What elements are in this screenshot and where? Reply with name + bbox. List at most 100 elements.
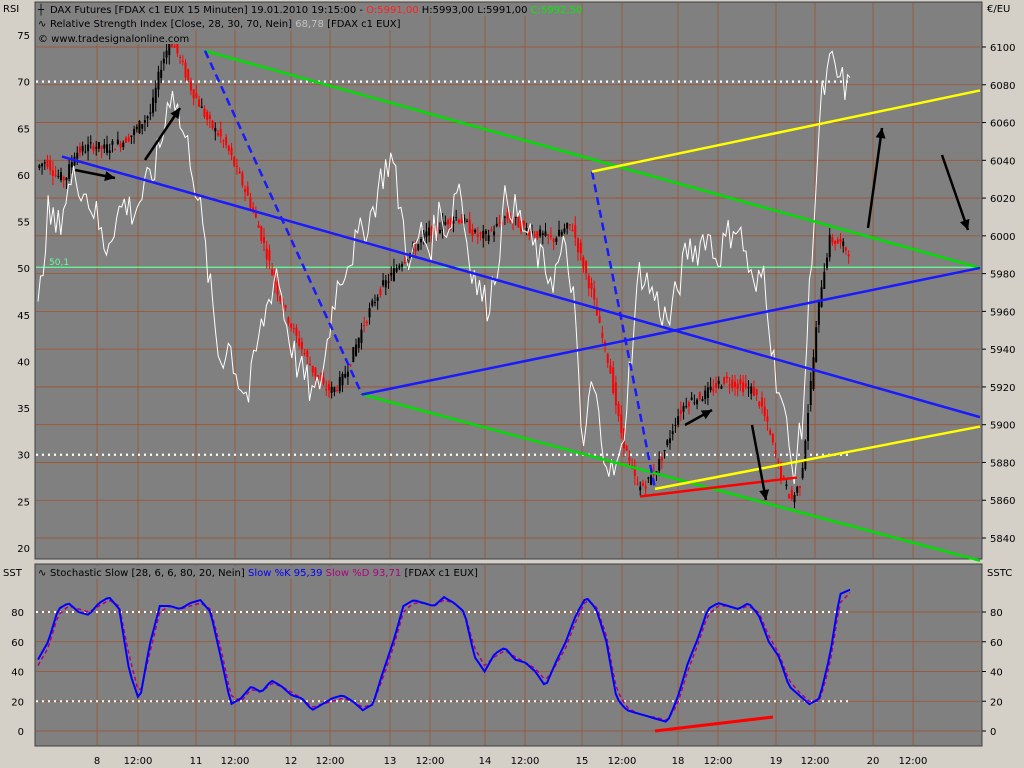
price-candle-body <box>87 144 90 152</box>
price-candle-body <box>425 231 428 237</box>
price-candle-body <box>579 242 582 254</box>
price-candle-body <box>847 254 850 257</box>
stochastic-axis-ticks-left: 80 60 40 20 0 <box>11 608 24 738</box>
price-candle-body <box>466 220 469 222</box>
price-candle-body <box>216 133 219 136</box>
price-candle-body <box>650 475 653 485</box>
price-candle-body <box>539 229 542 237</box>
price-candle-body <box>798 486 801 488</box>
price-candle-body <box>836 239 839 244</box>
price-candle-body <box>750 386 753 394</box>
price-candle-body <box>395 267 398 272</box>
price-candle-body <box>558 229 561 237</box>
time-tick-label: 15 <box>576 756 589 767</box>
price-candle-body <box>471 229 474 236</box>
price-candle-body <box>479 232 482 234</box>
stochastic-axis-label: SST <box>3 568 23 579</box>
price-candle-body <box>777 460 780 462</box>
price-candle-body <box>106 144 109 153</box>
rsi-axis-ticks: 75 70 65 60 55 50 45 40 35 30 25 20 <box>17 31 30 555</box>
price-candle-body <box>609 365 612 374</box>
price-candle-body <box>322 377 325 384</box>
price-candle-body <box>241 172 244 186</box>
price-candle-body <box>644 486 647 489</box>
price-candle-body <box>801 467 804 478</box>
price-candle-body <box>525 228 528 231</box>
price-candle-body <box>568 224 571 226</box>
price-candle-body <box>309 363 312 366</box>
price-candle-body <box>392 268 395 281</box>
stochastic-tick-label-left: 20 <box>11 697 24 708</box>
price-candle-body <box>49 160 52 171</box>
price-candle-body <box>116 139 119 144</box>
price-candle-body <box>598 316 601 323</box>
price-candle-body <box>717 380 720 384</box>
time-axis-ticks: 8 12:00 11 12:00 12 12:00 13 12:00 14 12:00 15 12:0… <box>94 756 928 767</box>
price-candle-body <box>839 239 842 243</box>
price-candle-body <box>357 338 360 349</box>
price-candle-body <box>620 414 623 434</box>
time-tick-label: 8 <box>94 756 100 767</box>
price-candle-body <box>133 128 136 136</box>
price-candle-body <box>314 367 317 377</box>
price-candle-body <box>165 50 168 58</box>
price-candle-body <box>457 219 460 223</box>
price-candle-body <box>460 219 463 224</box>
price-candle-body <box>690 397 693 400</box>
price-candle-body <box>590 282 593 289</box>
price-candle-body <box>736 383 739 390</box>
price-candle-body <box>68 164 71 180</box>
price-candle-body <box>184 62 187 78</box>
price-candle-body <box>476 234 479 237</box>
legend-stoch-name: Stochastic Slow [28, 6, 6, 80, 20, Nein] <box>50 568 245 579</box>
legend-crosshair-icon: ┼ <box>37 3 45 16</box>
price-candle-body <box>198 99 201 107</box>
price-candle-body <box>498 222 501 224</box>
price-candle-body <box>506 212 509 220</box>
price-candle-body <box>108 150 111 153</box>
price-candle-body <box>341 373 344 386</box>
price-candle-body <box>124 137 127 143</box>
price-candle-body <box>330 386 333 393</box>
price-candle-body <box>130 135 133 137</box>
stochastic-tick-label-right: 20 <box>990 697 1003 708</box>
stochastic-panel-background <box>34 563 983 747</box>
price-candle-body <box>774 450 777 455</box>
price-tick-label: 6100 <box>990 43 1015 54</box>
price-candle-body <box>779 464 782 479</box>
price-candle-body <box>195 93 198 98</box>
time-tick-label: 12:00 <box>416 756 445 767</box>
price-candle-body <box>742 382 745 393</box>
rsi-tick-label: 65 <box>17 124 30 135</box>
price-candle-body <box>84 151 87 153</box>
price-candle-body <box>614 382 617 406</box>
price-candle-body <box>647 477 650 479</box>
price-candle-body <box>766 416 769 422</box>
price-candle-body <box>587 275 590 289</box>
price-candle-body <box>687 402 690 407</box>
price-candle-body <box>809 380 812 406</box>
stochastic-legend: ∿ Stochastic Slow [28, 6, 6, 80, 20, Nei… <box>36 566 478 579</box>
price-candle-body <box>287 317 290 324</box>
price-candle-body <box>57 175 60 177</box>
price-candle-body <box>219 128 222 137</box>
price-candle-body <box>685 406 688 408</box>
price-candle-body <box>447 219 450 225</box>
price-candle-body <box>658 459 661 471</box>
price-candle-body <box>585 261 588 273</box>
price-candle-body <box>438 229 441 234</box>
price-candle-body <box>758 401 761 407</box>
price-candle-body <box>54 175 57 177</box>
price-candle-body <box>793 494 796 503</box>
price-candle-body <box>747 387 750 389</box>
price-candle-body <box>698 392 701 400</box>
rsi-tick-label: 30 <box>17 451 30 462</box>
price-candle-body <box>788 494 791 499</box>
price-candle-body <box>574 225 577 238</box>
price-candle-body <box>373 302 376 304</box>
price-candle-body <box>720 386 723 389</box>
price-candle-body <box>790 489 793 500</box>
time-tick-label: 12:00 <box>511 756 540 767</box>
legend-stoch-k: Slow %K 95,39 <box>248 568 322 579</box>
price-candle-body <box>452 220 455 224</box>
